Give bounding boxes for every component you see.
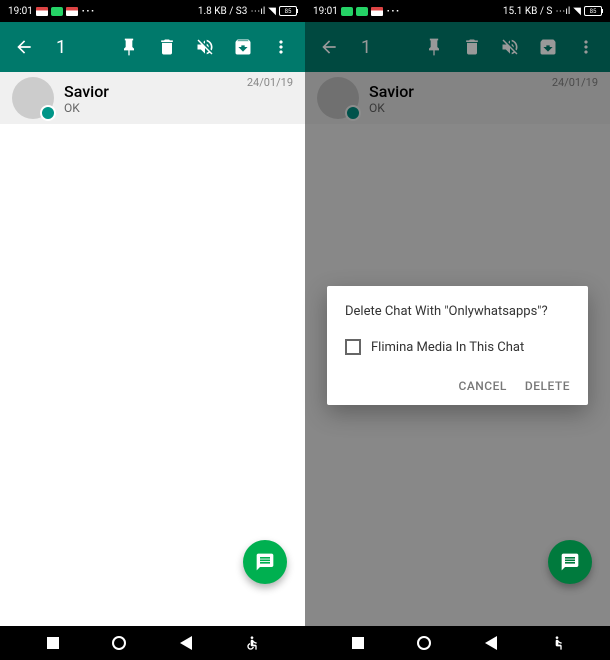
recents-button[interactable] — [349, 634, 367, 652]
gmail-icon — [66, 7, 78, 16]
dialog-title: Delete Chat With "Onlywhatsapps"? — [345, 304, 570, 319]
home-button[interactable] — [110, 634, 128, 652]
dialog-checkbox-row[interactable]: Flimina Media In This Chat — [345, 339, 570, 355]
whatsapp-icon — [51, 7, 63, 16]
selected-check-icon — [40, 105, 56, 121]
cancel-button[interactable]: CANCEL — [459, 379, 507, 393]
status-bar: 19:01 15.1 KB / S ⋯ıl ◥ 85 — [305, 0, 610, 22]
chat-date: 24/01/19 — [247, 76, 293, 89]
delete-button[interactable] — [157, 37, 177, 57]
phone-left: 19:01 1.8 KB / S3 ⋯ıl ◥ 85 1 — [0, 0, 305, 660]
navigation-bar — [305, 626, 610, 660]
back-button[interactable] — [14, 37, 34, 57]
data-speed: 15.1 KB / S — [503, 6, 553, 17]
chat-item-selected[interactable]: Savior OK 24/01/19 — [0, 72, 305, 124]
navigation-bar — [0, 626, 305, 660]
archive-button[interactable] — [233, 37, 253, 57]
pin-button[interactable] — [119, 37, 139, 57]
gmail-icon — [371, 7, 383, 16]
avatar — [12, 77, 54, 119]
app-icon — [356, 7, 368, 16]
new-chat-fab[interactable] — [243, 540, 287, 584]
whatsapp-icon — [341, 7, 353, 16]
new-chat-fab — [548, 540, 592, 584]
wifi-icon: ◥ — [573, 6, 581, 17]
accessibility-button[interactable] — [243, 634, 261, 652]
signal-icon: ⋯ıl — [555, 6, 570, 17]
status-time: 19:01 — [313, 6, 338, 17]
gmail-icon — [36, 7, 48, 16]
delete-dialog: Delete Chat With "Onlywhatsapps"? Flimin… — [327, 286, 588, 405]
wifi-icon: ◥ — [268, 6, 276, 17]
chat-list-area — [0, 124, 305, 626]
back-nav-button[interactable] — [482, 634, 500, 652]
accessibility-button[interactable] — [548, 634, 566, 652]
more-button[interactable] — [271, 37, 291, 57]
mute-button[interactable] — [195, 37, 215, 57]
selection-count: 1 — [56, 37, 66, 58]
signal-icon: ⋯ıl — [250, 6, 265, 17]
confirm-delete-button[interactable]: DELETE — [525, 379, 570, 393]
chat-name: Savior — [64, 82, 237, 101]
status-bar: 19:01 1.8 KB / S3 ⋯ıl ◥ 85 — [0, 0, 305, 22]
data-speed: 1.8 KB / S3 — [198, 6, 248, 17]
battery-icon: 85 — [584, 6, 602, 16]
recents-button[interactable] — [44, 634, 62, 652]
back-nav-button[interactable] — [177, 634, 195, 652]
selection-toolbar: 1 — [0, 22, 305, 72]
checkbox-icon[interactable] — [345, 339, 361, 355]
more-notifications-icon — [386, 3, 400, 19]
more-notifications-icon — [81, 3, 95, 19]
status-time: 19:01 — [8, 6, 33, 17]
checkbox-label: Flimina Media In This Chat — [371, 340, 524, 355]
home-button[interactable] — [415, 634, 433, 652]
battery-icon: 85 — [279, 6, 297, 16]
phone-right: 19:01 15.1 KB / S ⋯ıl ◥ 85 1 — [305, 0, 610, 660]
chat-last-message: OK — [64, 101, 237, 115]
